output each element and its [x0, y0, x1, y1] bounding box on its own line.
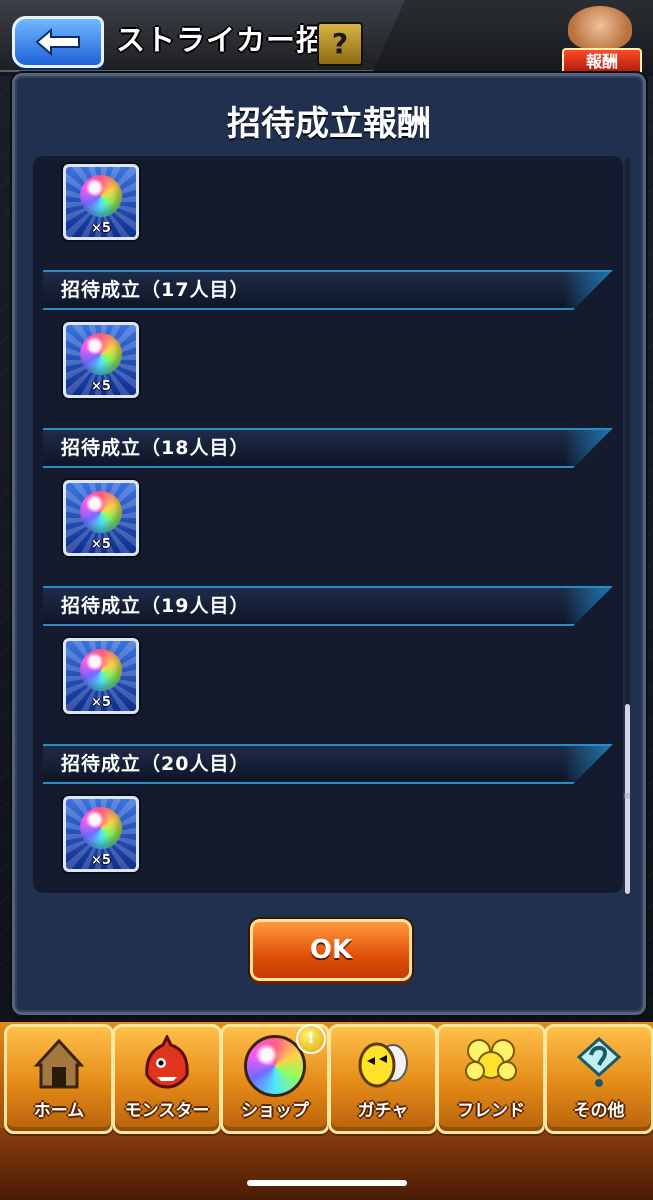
other-icon: [576, 1036, 622, 1087]
rainbow-orb-icon: [80, 333, 122, 375]
reward-item-icon: ×5: [63, 638, 139, 714]
nav-friend[interactable]: フレンド: [436, 1024, 546, 1134]
tier-header: 招待成立（18人目）: [43, 428, 613, 468]
reward-item-icon: ×5: [63, 164, 139, 240]
back-button[interactable]: [12, 16, 104, 68]
scroll-grip-icon: ≡: [622, 791, 632, 802]
nav-label: ホーム: [33, 1101, 85, 1121]
nav-label: フレンド: [457, 1101, 525, 1121]
reward-quantity: ×5: [91, 537, 111, 552]
reward-quantity: ×5: [91, 695, 111, 710]
modal-title: 招待成立報酬: [227, 104, 431, 144]
tier-label: 招待成立（18人目）: [61, 437, 250, 459]
nav-other[interactable]: その他: [544, 1024, 653, 1134]
rainbow-orb-icon: [80, 491, 122, 533]
reward-quantity: ×5: [91, 221, 111, 236]
home-indicator[interactable]: [247, 1180, 407, 1186]
tier-label: 招待成立（20人目）: [61, 753, 250, 775]
nav-label: その他: [573, 1101, 625, 1121]
nav-home[interactable]: ホーム: [4, 1024, 114, 1134]
nav-gacha[interactable]: ガチャ: [328, 1024, 438, 1134]
nav-monster[interactable]: モンスター: [112, 1024, 222, 1134]
rainbow-orb-icon: [80, 175, 122, 217]
nav-label: ガチャ: [357, 1101, 409, 1121]
tier-header: 招待成立（19人目）: [43, 586, 613, 626]
ok-button[interactable]: OK: [250, 919, 412, 981]
reward-modal: 招待成立報酬 ×5 招待成立（17人目） ×5 招待成立（18人目） ×5 招待: [12, 73, 646, 1015]
tier-label: 招待成立（19人目）: [61, 595, 250, 617]
reward-badge-label: 報酬: [562, 48, 642, 76]
rainbow-orb-icon: [80, 807, 122, 849]
tier-label: 招待成立（17人目）: [61, 279, 250, 301]
help-button[interactable]: ?: [317, 22, 363, 66]
home-icon: [33, 1038, 85, 1089]
reward-quantity: ×5: [91, 853, 111, 868]
reward-mascot-icon: [568, 6, 632, 50]
reward-item-icon: ×5: [63, 322, 139, 398]
nav-label: ショップ: [241, 1101, 309, 1121]
bottom-nav-base: [0, 1128, 653, 1200]
reward-item-icon: ×5: [63, 796, 139, 872]
gacha-egg-icon: [358, 1042, 408, 1088]
shop-notification-badge: !: [296, 1024, 326, 1054]
top-header: ストライカー招待 ? 報酬: [0, 0, 653, 76]
rainbow-orb-icon: [80, 649, 122, 691]
monster-icon: [145, 1035, 189, 1089]
back-arrow-icon: [35, 27, 80, 57]
friend-balloon-icon: [465, 1039, 517, 1081]
reward-item-icon: ×5: [63, 480, 139, 556]
tier-header: 招待成立（17人目）: [43, 270, 613, 310]
reward-quantity: ×5: [91, 379, 111, 394]
nav-label: モンスター: [124, 1101, 210, 1121]
tier-header: 招待成立（20人目）: [43, 744, 613, 784]
reward-list[interactable]: ×5 招待成立（17人目） ×5 招待成立（18人目） ×5 招待成立（19人目…: [33, 156, 623, 893]
reward-badge-button[interactable]: 報酬: [558, 6, 642, 76]
